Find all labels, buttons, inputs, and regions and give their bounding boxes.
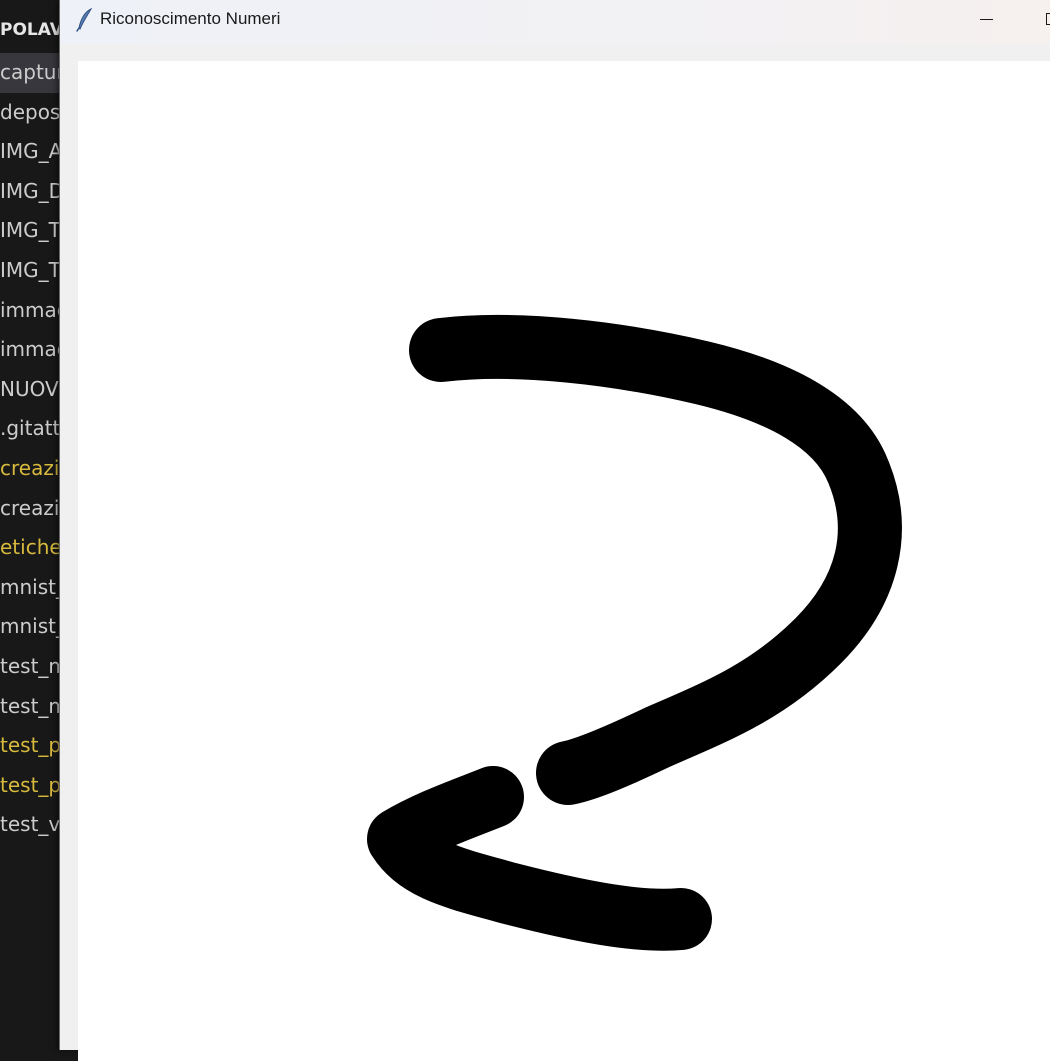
file-explorer-panel: POLAV captur depos IMG_A IMG_D IMG_T IMG_T imm… (0, 0, 60, 1050)
explorer-file-item[interactable]: etiche (0, 528, 60, 568)
lower-stroke (367, 766, 712, 951)
app-window: Riconoscimento Numeri (59, 0, 1050, 1061)
explorer-file-item[interactable]: test_p (0, 766, 60, 806)
window-title: Riconoscimento Numeri (100, 9, 281, 28)
explorer-file-item[interactable]: immag (0, 330, 60, 370)
handwriting-drawing (367, 314, 902, 951)
explorer-file-list: capturdeposIMG_AIMG_DIMG_TIMG_Timmagimma… (0, 53, 60, 845)
explorer-file-item[interactable]: test_m (0, 687, 60, 727)
explorer-file-item[interactable]: test_p (0, 726, 60, 766)
explorer-file-item[interactable]: IMG_A (0, 132, 60, 172)
explorer-file-item[interactable]: captur (0, 53, 60, 93)
explorer-file-item[interactable]: depos (0, 93, 60, 133)
explorer-file-item[interactable]: IMG_T (0, 211, 60, 251)
explorer-folder-title: POLAV (0, 20, 60, 40)
maximize-button[interactable] (1026, 0, 1050, 40)
explorer-file-item[interactable]: immag (0, 291, 60, 331)
upper-stroke (409, 314, 902, 805)
explorer-file-item[interactable]: test_v (0, 805, 60, 845)
explorer-file-item[interactable]: IMG_D (0, 172, 60, 212)
explorer-file-item[interactable]: mnist_ (0, 607, 60, 647)
explorer-file-item[interactable]: creazi (0, 449, 60, 489)
explorer-file-item[interactable]: test_m (0, 647, 60, 687)
explorer-file-item[interactable]: IMG_T (0, 251, 60, 291)
drawing-canvas[interactable] (78, 61, 1050, 1061)
explorer-file-item[interactable]: creazi (0, 489, 60, 529)
minimize-button[interactable] (963, 0, 1009, 40)
feather-icon (76, 7, 94, 32)
title-bar[interactable]: Riconoscimento Numeri (60, 0, 1050, 44)
explorer-file-item[interactable]: mnist_ (0, 568, 60, 608)
explorer-file-item[interactable]: .gitatt (0, 409, 60, 449)
explorer-file-item[interactable]: NUOV (0, 370, 60, 410)
